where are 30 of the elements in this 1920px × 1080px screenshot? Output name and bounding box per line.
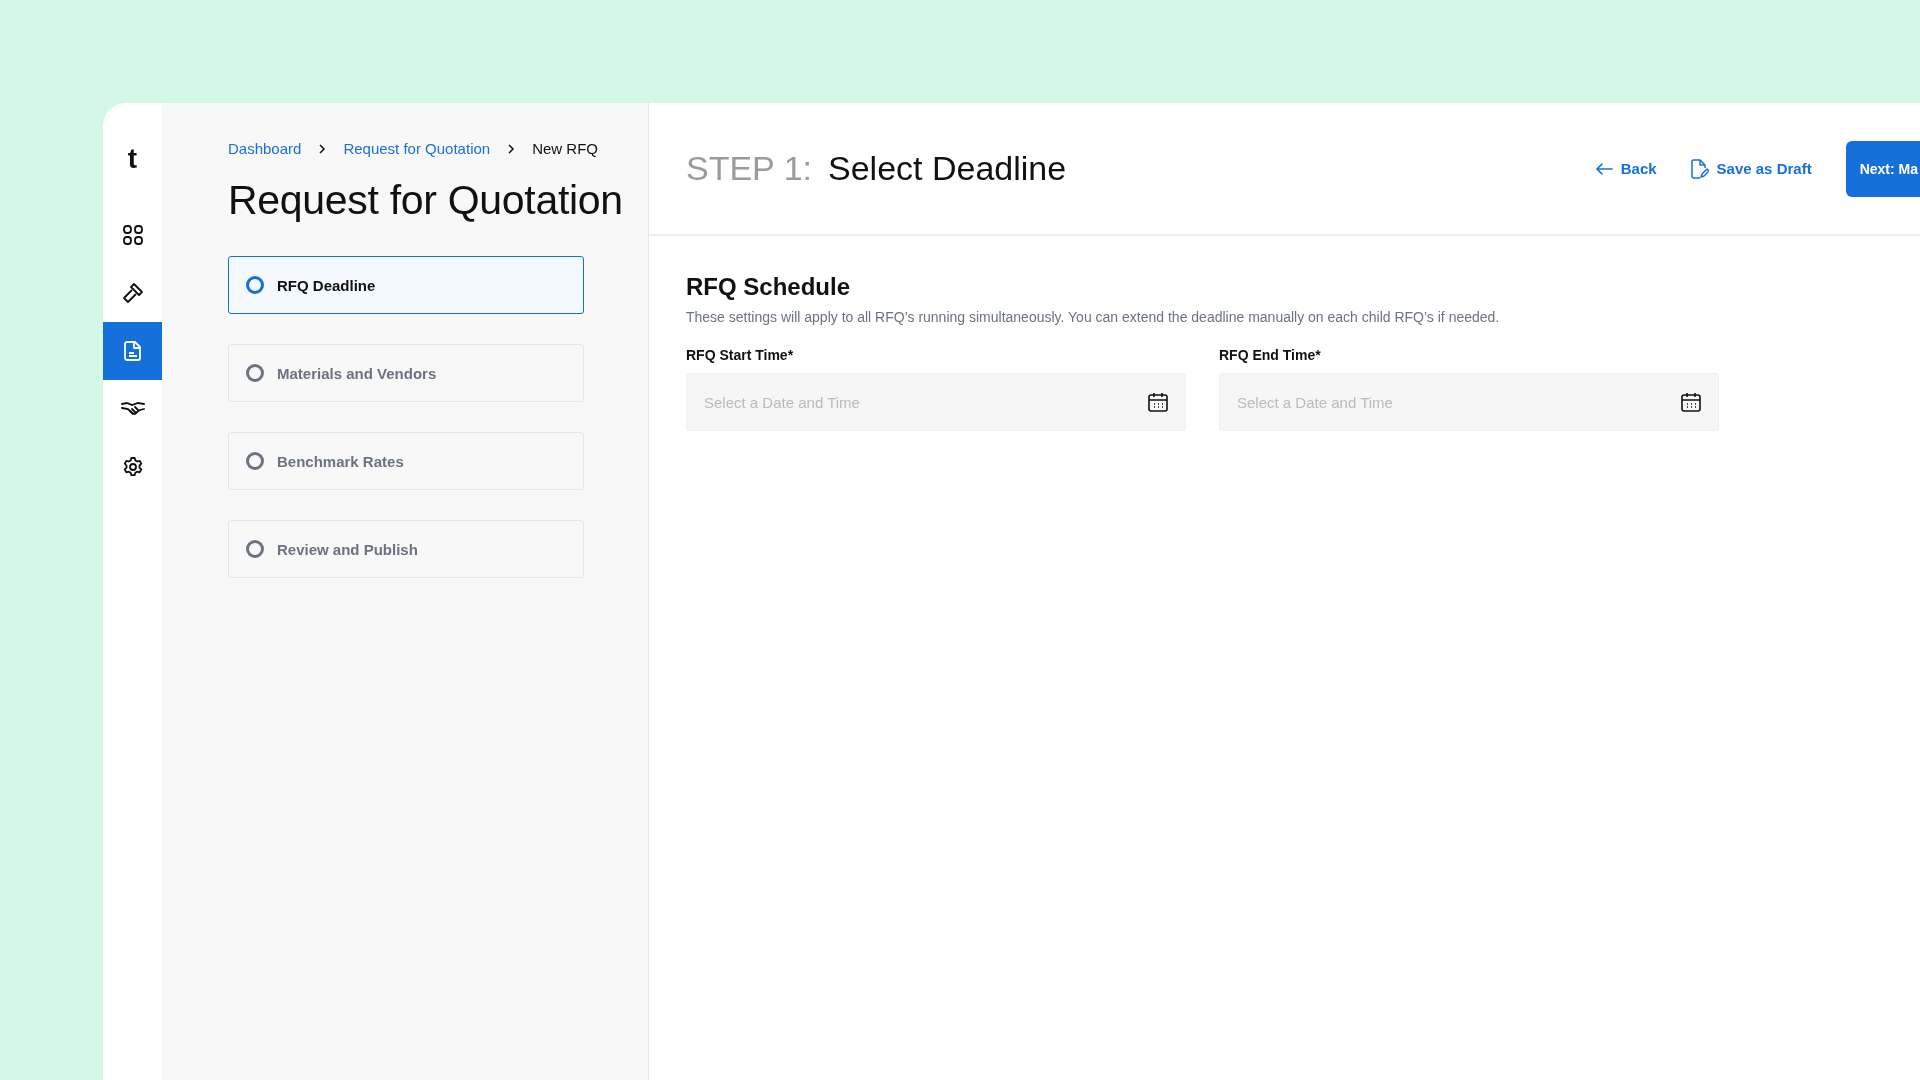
step-number: STEP 1: xyxy=(686,149,812,188)
breadcrumb-current: New RFQ xyxy=(532,140,598,157)
page-title: Request for Quotation xyxy=(228,177,624,224)
field-label: RFQ End Time* xyxy=(1219,347,1322,363)
calendar-icon xyxy=(1147,391,1169,413)
step-item[interactable]: Materials and Vendors xyxy=(228,344,584,402)
gavel-icon xyxy=(120,281,145,305)
radio-icon xyxy=(246,276,264,294)
save-draft-button[interactable]: Save as Draft xyxy=(1690,158,1812,179)
arrow-left-icon xyxy=(1594,161,1613,176)
field-label: RFQ Start Time* xyxy=(686,347,795,363)
breadcrumb-link[interactable]: Dashboard xyxy=(228,140,302,157)
document-pencil-icon xyxy=(1690,158,1709,179)
step-item[interactable]: Benchmark Rates xyxy=(228,432,584,490)
step-item[interactable]: Review and Publish xyxy=(228,520,584,578)
step-item[interactable]: RFQ Deadline xyxy=(228,256,584,314)
section-description: These settings will apply to all RFQ’s running simultaneously. You can extend the deadline manually on each child RFQ’s if needed. xyxy=(686,309,1501,325)
radio-icon xyxy=(246,540,264,558)
next-button[interactable]: Next: Ma xyxy=(1845,140,1920,197)
section-title: RFQ Schedule xyxy=(686,273,852,301)
calendar-icon xyxy=(1680,391,1702,413)
logo: t xyxy=(127,143,138,176)
date-time-field[interactable]: Select a Date and Time xyxy=(686,373,1186,431)
radio-icon xyxy=(246,364,264,382)
breadcrumb-link[interactable]: Request for Quotation xyxy=(343,140,491,157)
back-button[interactable]: Back xyxy=(1594,160,1657,177)
date-time-field[interactable]: Select a Date and Time xyxy=(1219,373,1719,431)
radio-icon xyxy=(246,452,264,470)
step-title: Select Deadline xyxy=(828,149,1067,188)
grid-icon xyxy=(120,223,145,247)
